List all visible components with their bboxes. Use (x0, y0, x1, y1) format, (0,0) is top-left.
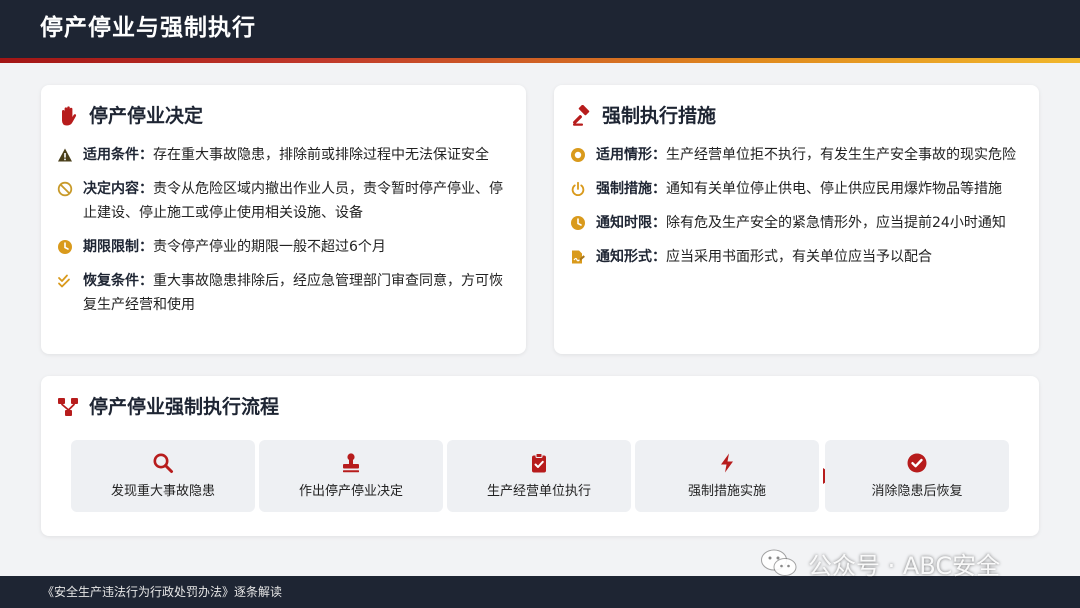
flow-step-unit-executes: 生产经营单位执行 (447, 440, 631, 512)
flow-step-enforcement: 强制措施实施 (635, 440, 819, 512)
card-title: 强制执行措施 (602, 105, 717, 127)
flow-step-label: 消除隐患后恢复 (871, 484, 963, 499)
enforcement-flow-card: 停产停业强制执行流程 发现重大事故隐患 作出停产停业决定 生产经营单位执行 强制… (41, 376, 1039, 536)
enforcement-measures-card: 强制执行措施 适用情形：生产经营单位拒不执行，有发生生产安全事故的现实危险 强制… (554, 85, 1039, 354)
bolt-icon (715, 451, 739, 475)
card-header: 强制执行措施 (570, 101, 716, 131)
flow-step-label: 强制措施实施 (687, 484, 766, 499)
accent-stripe (0, 58, 1080, 63)
item-label: 通知时限： (596, 215, 666, 231)
flow-step-resume: 消除隐患后恢复 (825, 440, 1009, 512)
item-label: 恢复条件： (83, 273, 153, 289)
card-header: 停产停业决定 (57, 101, 203, 131)
search-icon (151, 451, 175, 475)
check-circle-icon (905, 451, 929, 475)
item-label: 适用条件： (83, 147, 153, 163)
item-label: 适用情形： (596, 147, 666, 163)
enforcement-list: 适用情形：生产经营单位拒不执行，有发生生产安全事故的现实危险 强制措施：通知有关… (570, 143, 1023, 279)
list-item-enforcement-measure: 强制措施：通知有关单位停止供电、停止供应民用爆炸物品等措施 (570, 177, 1023, 201)
item-label: 强制措施： (596, 181, 666, 197)
hand-stop-icon (57, 105, 79, 127)
card-title: 停产停业强制执行流程 (89, 396, 280, 418)
clock-icon (570, 215, 586, 231)
stamp-icon (339, 451, 363, 475)
double-check-icon (57, 273, 73, 289)
watermark: 公众号 · ABC安全 (760, 545, 1000, 581)
wechat-icon (760, 548, 798, 578)
list-item-applicable-condition: 适用条件：存在重大事故隐患，排除前或排除过程中无法保证安全 (57, 143, 510, 167)
flow-nodes-icon (57, 396, 79, 418)
ring-icon (570, 147, 586, 163)
flow-step-discover-hazard: 发现重大事故隐患 (71, 440, 255, 512)
item-label: 期限限制： (83, 239, 153, 255)
decision-list: 适用条件：存在重大事故隐患，排除前或排除过程中无法保证安全 决定内容：责令从危险… (57, 143, 510, 327)
list-item-resume-condition: 恢复条件：重大事故隐患排除后，经应急管理部门审查同意，方可恢复生产经营和使用 (57, 269, 510, 317)
item-label: 决定内容： (83, 181, 153, 197)
item-text: 责令停产停业的期限一般不超过6个月 (153, 239, 386, 255)
item-text: 应当采用书面形式，有关单位应当予以配合 (666, 249, 932, 265)
clock-icon (57, 239, 73, 255)
top-bar: 停产停业与强制执行 (0, 0, 1080, 58)
page-title: 停产停业与强制执行 (40, 15, 256, 41)
item-label: 通知形式： (596, 249, 666, 265)
list-item-decision-content: 决定内容：责令从危险区域内撤出作业人员，责令暂时停产停业、停止建设、停止施工或停… (57, 177, 510, 225)
flow-step-label: 生产经营单位执行 (486, 484, 591, 499)
power-icon (570, 181, 586, 197)
item-text: 除有危及生产安全的紧急情形外，应当提前24小时通知 (666, 215, 1006, 231)
flow-step-label: 发现重大事故隐患 (110, 484, 215, 499)
item-text: 存在重大事故隐患，排除前或排除过程中无法保证安全 (153, 147, 489, 163)
warning-icon (57, 147, 73, 163)
ban-icon (57, 181, 73, 197)
list-item-time-limit: 期限限制：责令停产停业的期限一般不超过6个月 (57, 235, 510, 259)
card-header: 停产停业强制执行流程 (57, 392, 279, 422)
file-signature-icon (570, 249, 586, 265)
stop-production-decision-card: 停产停业决定 适用条件：存在重大事故隐患，排除前或排除过程中无法保证安全 决定内… (41, 85, 526, 354)
card-title: 停产停业决定 (89, 105, 204, 127)
watermark-text: 公众号 · ABC安全 (808, 551, 1001, 580)
footer-text: 《安全生产违法行为行政处罚办法》逐条解读 (42, 585, 283, 599)
item-text: 通知有关单位停止供电、停止供应民用爆炸物品等措施 (666, 181, 1002, 197)
flow-step-label: 作出停产停业决定 (298, 484, 403, 499)
item-text: 生产经营单位拒不执行，有发生生产安全事故的现实危险 (666, 147, 1016, 163)
list-item-applicable-situation: 适用情形：生产经营单位拒不执行，有发生生产安全事故的现实危险 (570, 143, 1023, 167)
gavel-icon (570, 105, 592, 127)
flow-step-issue-decision: 作出停产停业决定 (259, 440, 443, 512)
clipboard-check-icon (527, 451, 551, 475)
flow-steps: 发现重大事故隐患 作出停产停业决定 生产经营单位执行 强制措施实施 消除隐患后恢… (71, 440, 1009, 512)
list-item-notice-time-limit: 通知时限：除有危及生产安全的紧急情形外，应当提前24小时通知 (570, 211, 1023, 235)
list-item-notice-form: 通知形式：应当采用书面形式，有关单位应当予以配合 (570, 245, 1023, 269)
